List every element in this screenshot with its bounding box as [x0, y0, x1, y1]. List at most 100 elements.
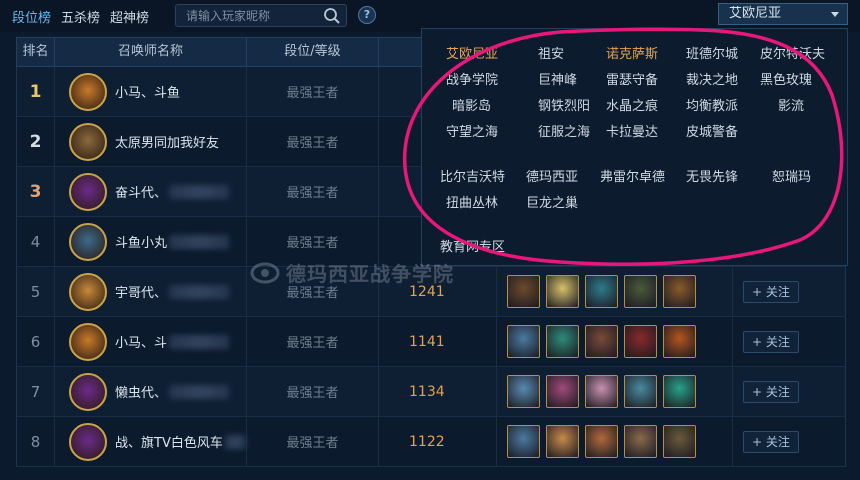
- summoner-cell[interactable]: 宇哥代、: [55, 266, 247, 317]
- tier-label: 最强王者: [247, 316, 379, 367]
- search-input[interactable]: [176, 5, 316, 26]
- watermark-logo-icon: [250, 262, 280, 283]
- region-option[interactable]: 巨龙之巢: [526, 192, 578, 211]
- region-option[interactable]: 无畏先锋: [686, 166, 738, 185]
- region-option[interactable]: 皮城警备: [686, 121, 738, 140]
- hero-portrait-icon: [663, 425, 696, 458]
- follow-button[interactable]: + 关注: [743, 280, 799, 303]
- hero-portrait-icon: [585, 275, 618, 308]
- rank-number: 7: [17, 366, 55, 417]
- follow-cell: + 关注: [733, 417, 845, 467]
- tier-label: 最强王者: [247, 116, 379, 167]
- redacted-text: [169, 284, 230, 299]
- avatar: [69, 322, 107, 361]
- tier-label: 最强王者: [247, 416, 379, 467]
- region-option[interactable]: 黑色玫瑰: [760, 69, 812, 88]
- region-option[interactable]: 卡拉曼达: [606, 121, 658, 140]
- region-option[interactable]: 守望之海: [446, 121, 498, 140]
- summoner-name: 懒虫代、: [115, 386, 168, 401]
- region-option[interactable]: 扭曲丛林: [446, 192, 498, 211]
- ranking-tabs: 段位榜 五杀榜 超神榜: [12, 7, 149, 26]
- region-option[interactable]: 裁决之地: [686, 69, 738, 88]
- hero-portrait-icon: [624, 425, 657, 458]
- summoner-cell[interactable]: 斗鱼小丸: [55, 216, 247, 267]
- tab-legendary[interactable]: 超神榜: [110, 7, 149, 26]
- tab-pentakill[interactable]: 五杀榜: [61, 7, 100, 26]
- follow-button[interactable]: + 关注: [743, 430, 799, 453]
- summoner-cell[interactable]: 小马、斗: [55, 316, 247, 367]
- table-row: 6 小马、斗 最强王者 1141 + 关注: [16, 316, 846, 367]
- region-option[interactable]: 影流: [778, 95, 804, 114]
- summoner-cell[interactable]: 战、旗TV白色风车: [55, 416, 247, 467]
- region-select-value: 艾欧尼亚: [729, 6, 782, 21]
- tab-rank[interactable]: 段位榜: [12, 7, 51, 26]
- summoner-cell[interactable]: 小马、斗鱼: [55, 66, 247, 117]
- player-search: [175, 4, 347, 27]
- hero-portrait-icon: [507, 425, 540, 458]
- region-option[interactable]: 德玛西亚: [526, 166, 578, 185]
- region-option[interactable]: 艾欧尼亚: [446, 43, 498, 62]
- region-option[interactable]: 恕瑞玛: [772, 166, 811, 185]
- region-option[interactable]: 暗影岛: [452, 95, 491, 114]
- rank-number: 3: [17, 166, 55, 217]
- hero-portrait-icon: [546, 375, 579, 408]
- summoner-name: 小马、斗: [115, 336, 168, 351]
- chevron-down-icon: [831, 12, 839, 17]
- score-value: 1134: [379, 366, 497, 417]
- hero-portrait-icon: [507, 275, 540, 308]
- summoner-name: 斗鱼小丸: [115, 236, 168, 251]
- hero-portrait-icon: [663, 325, 696, 358]
- hero-portrait-icon: [546, 275, 579, 308]
- region-option[interactable]: 征服之海: [538, 121, 590, 140]
- tier-label: 最强王者: [247, 366, 379, 417]
- avatar: [69, 222, 107, 261]
- summoner-name: 奋斗代、: [115, 186, 168, 201]
- region-option[interactable]: 弗雷尔卓德: [600, 166, 665, 185]
- region-option[interactable]: 均衡教派: [686, 95, 738, 114]
- hero-list: [497, 416, 733, 467]
- redacted-text: [169, 184, 230, 199]
- rank-number: 1: [17, 66, 55, 117]
- region-option[interactable]: 水晶之痕: [606, 95, 658, 114]
- summoner-cell[interactable]: 太原男同加我好友: [55, 116, 247, 167]
- region-option[interactable]: 战争学院: [446, 69, 498, 88]
- region-option[interactable]: 诺克萨斯: [606, 43, 658, 62]
- rank-number: 2: [17, 116, 55, 167]
- header-tier: 段位/等级: [247, 38, 379, 66]
- redacted-text: [169, 334, 230, 349]
- tier-label: 最强王者: [247, 166, 379, 217]
- rank-number: 4: [17, 216, 55, 267]
- region-option[interactable]: 雷瑟守备: [606, 69, 658, 88]
- region-option[interactable]: 班德尔城: [686, 43, 738, 62]
- search-icon[interactable]: [323, 7, 341, 25]
- avatar: [69, 422, 107, 461]
- avatar: [69, 372, 107, 411]
- follow-button[interactable]: + 关注: [743, 330, 799, 353]
- avatar: [69, 72, 107, 111]
- region-option[interactable]: 祖安: [538, 43, 564, 62]
- hero-portrait-icon: [624, 375, 657, 408]
- follow-cell: + 关注: [733, 317, 845, 367]
- region-select[interactable]: 艾欧尼亚: [718, 3, 848, 25]
- follow-cell: + 关注: [733, 367, 845, 417]
- rank-number: 6: [17, 316, 55, 367]
- region-option[interactable]: 教育网专区: [440, 236, 505, 255]
- summoner-cell[interactable]: 懒虫代、: [55, 366, 247, 417]
- region-option[interactable]: 钢铁烈阳: [538, 95, 590, 114]
- table-row: 7 懒虫代、 最强王者 1134 + 关注: [16, 366, 846, 417]
- summoner-name: 战、旗TV白色风车: [115, 436, 223, 451]
- hero-list: [497, 366, 733, 417]
- summoner-cell[interactable]: 奋斗代、: [55, 166, 247, 217]
- region-option[interactable]: 比尔吉沃特: [440, 166, 505, 185]
- region-option[interactable]: 皮尔特沃夫: [760, 43, 825, 62]
- follow-button[interactable]: + 关注: [743, 380, 799, 403]
- hero-portrait-icon: [546, 425, 579, 458]
- summoner-name: 宇哥代、: [115, 286, 168, 301]
- rank-number: 8: [17, 416, 55, 467]
- score-value: 1141: [379, 316, 497, 367]
- region-option[interactable]: 巨神峰: [538, 69, 577, 88]
- avatar: [69, 172, 107, 211]
- help-icon[interactable]: ?: [358, 6, 376, 24]
- hero-portrait-icon: [585, 325, 618, 358]
- avatar: [69, 272, 107, 311]
